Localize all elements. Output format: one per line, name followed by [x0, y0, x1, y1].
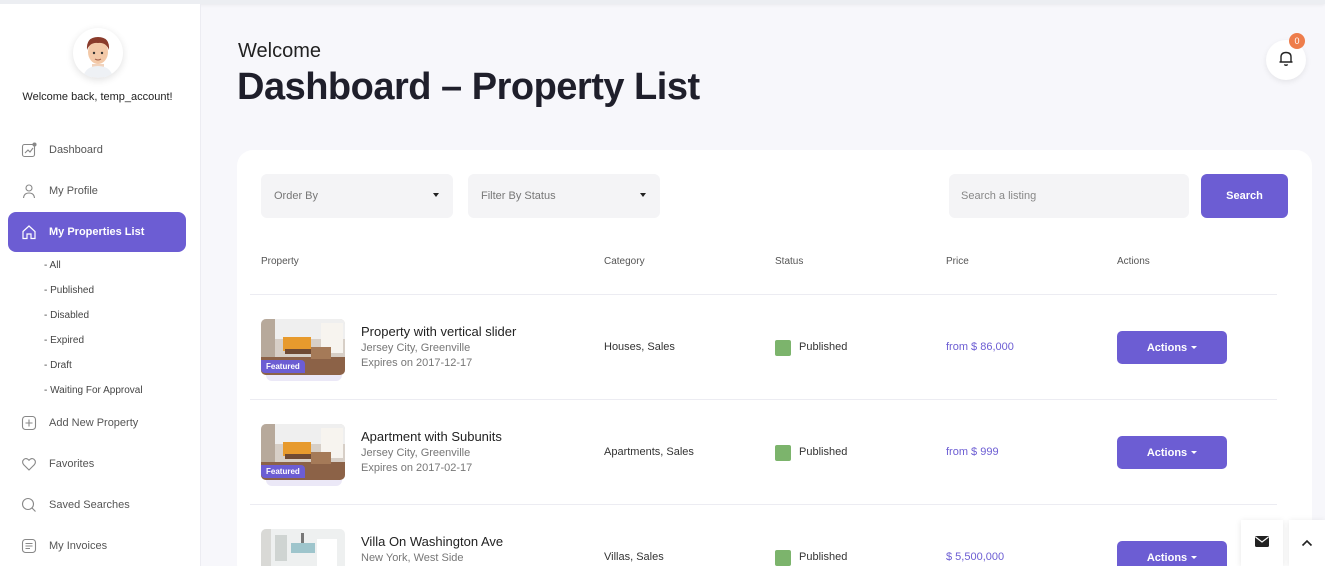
contact-button[interactable]: [1241, 520, 1283, 566]
column-header-property: Property: [261, 256, 299, 267]
sidebar-item-label: Saved Searches: [49, 499, 130, 511]
property-thumbnail[interactable]: [261, 529, 345, 566]
filter-by-status-select[interactable]: Filter By Status: [468, 174, 660, 218]
sidebar-item-label: My Properties List: [49, 226, 145, 238]
home-icon: [20, 223, 38, 241]
submenu-expired[interactable]: - Expired: [44, 335, 84, 346]
thumbnail-shadow: [266, 480, 342, 486]
property-location: New York, West Side: [361, 552, 464, 564]
welcome-back-text: Welcome back, temp_account!: [22, 91, 173, 103]
property-price: from $ 86,000: [946, 341, 1014, 353]
envelope-icon: [1255, 534, 1269, 552]
status-indicator: [775, 550, 791, 566]
heart-icon: [20, 455, 38, 473]
sidebar-item-my-invoices[interactable]: My Invoices: [8, 526, 186, 566]
sidebar-item-add-new-property[interactable]: Add New Property: [8, 403, 186, 443]
divider: [250, 504, 1277, 505]
order-by-select[interactable]: Order By: [261, 174, 453, 218]
actions-label: Actions: [1146, 341, 1188, 354]
sidebar-item-label: My Invoices: [49, 540, 108, 552]
sidebar-item-label: Favorites: [49, 458, 95, 470]
property-location: Jersey City, Greenville: [361, 342, 471, 354]
avatar[interactable]: [73, 28, 123, 78]
property-expiry: Expires on 2017-12-17: [361, 357, 473, 369]
sidebar-item-label: My Profile: [49, 185, 98, 197]
submenu-published[interactable]: - Published: [44, 285, 94, 296]
column-header-status: Status: [775, 256, 804, 267]
property-title[interactable]: Villa On Washington Ave: [361, 534, 503, 549]
submenu-all[interactable]: - All: [44, 260, 61, 271]
sidebar-item-favorites[interactable]: Favorites: [8, 444, 186, 484]
property-category: Apartments, Sales: [604, 446, 694, 458]
caret-down-icon: [640, 193, 646, 197]
user-icon: [20, 182, 38, 200]
filter-by-status-label: Filter By Status: [481, 190, 556, 202]
sidebar-item-my-profile[interactable]: My Profile: [8, 171, 186, 211]
status-text: Published: [799, 446, 848, 458]
actions-label: Actions: [1146, 446, 1188, 459]
property-category: Houses, Sales: [604, 341, 675, 353]
column-header-price: Price: [946, 256, 969, 267]
submenu-waiting-for-approval[interactable]: - Waiting For Approval: [44, 385, 143, 396]
property-category: Villas, Sales: [604, 551, 664, 563]
property-title[interactable]: Property with vertical slider: [361, 324, 516, 339]
actions-label: Actions: [1146, 551, 1188, 564]
sidebar-item-dashboard[interactable]: Dashboard: [8, 130, 186, 170]
order-by-label: Order By: [274, 190, 319, 202]
caret-down-icon: [433, 193, 439, 197]
notification-badge: 0: [1289, 33, 1305, 49]
status-indicator: [775, 340, 791, 356]
caret-down-icon: [1191, 556, 1198, 559]
status-text: Published: [799, 341, 848, 353]
caret-down-icon: [1191, 346, 1198, 349]
sidebar-item-saved-searches[interactable]: Saved Searches: [8, 485, 186, 525]
featured-badge: Featured: [261, 465, 305, 478]
submenu-disabled[interactable]: - Disabled: [44, 310, 89, 321]
scroll-to-top-button[interactable]: [1289, 520, 1325, 566]
status-indicator: [775, 445, 791, 461]
thumbnail-shadow: [266, 375, 342, 381]
actions-button[interactable]: Actions: [1117, 331, 1227, 364]
page-title: Dashboard – Property List: [237, 66, 700, 108]
invoice-icon: [20, 537, 38, 555]
property-title[interactable]: Apartment with Subunits: [361, 429, 502, 444]
divider: [250, 399, 1277, 400]
column-header-category: Category: [604, 256, 645, 267]
actions-button[interactable]: Actions: [1117, 541, 1227, 566]
caret-down-icon: [1191, 451, 1198, 454]
search-input[interactable]: [949, 174, 1189, 218]
chevron-up-icon: [1301, 534, 1313, 552]
column-header-actions: Actions: [1117, 256, 1150, 267]
property-price: $ 5,500,000: [946, 551, 1005, 563]
plus-square-icon: [20, 414, 38, 432]
sidebar-item-label: Dashboard: [49, 144, 103, 156]
sidebar-item-label: Add New Property: [49, 417, 139, 429]
welcome-heading: Welcome: [238, 40, 321, 62]
property-location: Jersey City, Greenville: [361, 447, 471, 459]
actions-button[interactable]: Actions: [1117, 436, 1227, 469]
divider: [250, 294, 1277, 295]
property-price: from $ 999: [946, 446, 999, 458]
bell-icon: [1277, 49, 1295, 72]
sidebar-item-my-properties-list[interactable]: My Properties List: [8, 212, 186, 252]
chart-icon: [20, 141, 38, 159]
property-expiry: Expires on 2017-02-17: [361, 462, 473, 474]
submenu-draft[interactable]: - Draft: [44, 360, 72, 371]
search-icon: [20, 496, 38, 514]
status-text: Published: [799, 551, 848, 563]
featured-badge: Featured: [261, 360, 305, 373]
search-button[interactable]: Search: [1201, 174, 1288, 218]
